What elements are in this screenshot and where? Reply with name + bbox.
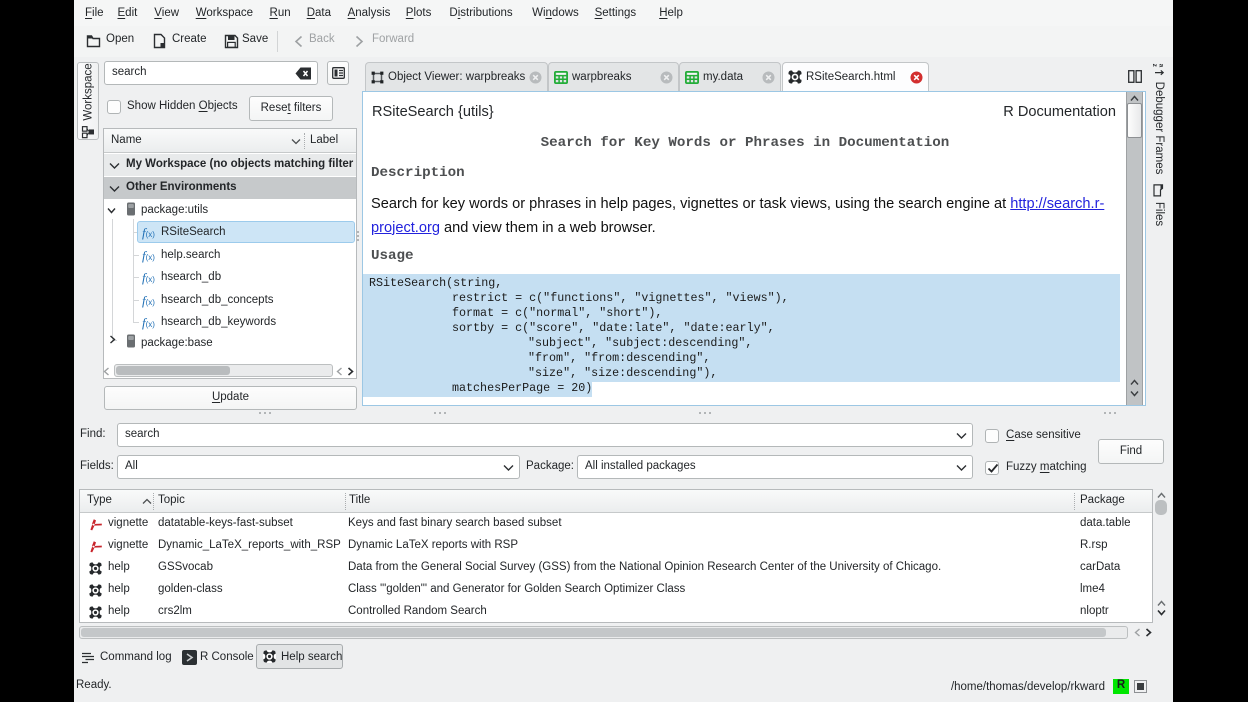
svg-text:a: a	[1158, 64, 1165, 68]
